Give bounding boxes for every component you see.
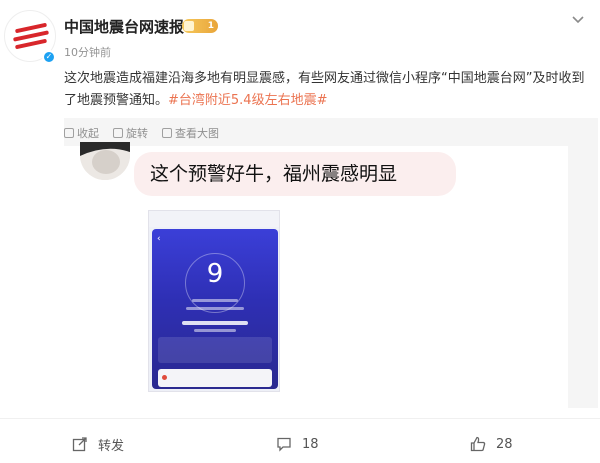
more-options-button[interactable] xyxy=(566,10,590,30)
vip-level: 1 xyxy=(207,21,214,31)
collapse-label: 收起 xyxy=(77,127,99,140)
text-placeholder xyxy=(194,329,236,332)
hashtag-link[interactable]: #台湾附近5.4级左右地震# xyxy=(168,93,327,108)
rotate-button[interactable]: 旋转 xyxy=(113,122,148,144)
countdown-number: 9 xyxy=(206,259,224,289)
rotate-icon xyxy=(113,128,123,138)
view-large-label: 查看大图 xyxy=(175,127,219,140)
zoom-icon xyxy=(162,128,172,138)
account-name[interactable]: 中国地震台网速报 xyxy=(64,16,184,37)
repost-button[interactable]: 转发 xyxy=(72,432,124,456)
post-time[interactable]: 10分钟前 xyxy=(64,44,111,60)
vip-badge: 1 xyxy=(182,19,218,33)
comment-text: 这个预警好牛，福州震感明显 xyxy=(150,163,398,185)
share-icon xyxy=(72,437,87,452)
chevron-down-icon xyxy=(572,16,584,24)
divider xyxy=(0,418,600,419)
warning-screen: ‹ 9 xyxy=(152,229,278,389)
comment-count: 18 xyxy=(302,436,319,452)
rotate-label: 旋转 xyxy=(126,127,148,140)
media-toolbar: 收起 旋转 查看大图 xyxy=(64,122,219,144)
comment-icon xyxy=(277,437,291,452)
text-placeholder xyxy=(192,299,238,302)
text-placeholder xyxy=(186,307,244,310)
info-cards xyxy=(158,337,272,363)
collapse-icon xyxy=(64,128,74,138)
warning-icon xyxy=(162,375,167,380)
view-large-button[interactable]: 查看大图 xyxy=(162,122,219,144)
post-body: 这次地震造成福建沿海多地有明显震感，有些网友通过微信小程序“中国地震台网”及时收… xyxy=(64,68,594,112)
collapse-button[interactable]: 收起 xyxy=(64,122,99,144)
thumbs-up-icon xyxy=(470,436,486,452)
crown-icon xyxy=(184,21,194,31)
like-button[interactable]: 28 xyxy=(470,432,513,456)
like-count: 28 xyxy=(496,436,513,452)
alert-bar xyxy=(158,369,272,387)
phone-screenshot: ‹ 9 xyxy=(148,210,280,392)
verified-badge-icon: ✓ xyxy=(42,50,56,64)
back-arrow-icon: ‹ xyxy=(157,234,161,244)
advice-placeholder xyxy=(182,321,248,325)
comment-button[interactable]: 18 xyxy=(276,432,319,456)
phone-status-bar xyxy=(149,211,279,227)
repost-label: 转发 xyxy=(98,438,125,454)
